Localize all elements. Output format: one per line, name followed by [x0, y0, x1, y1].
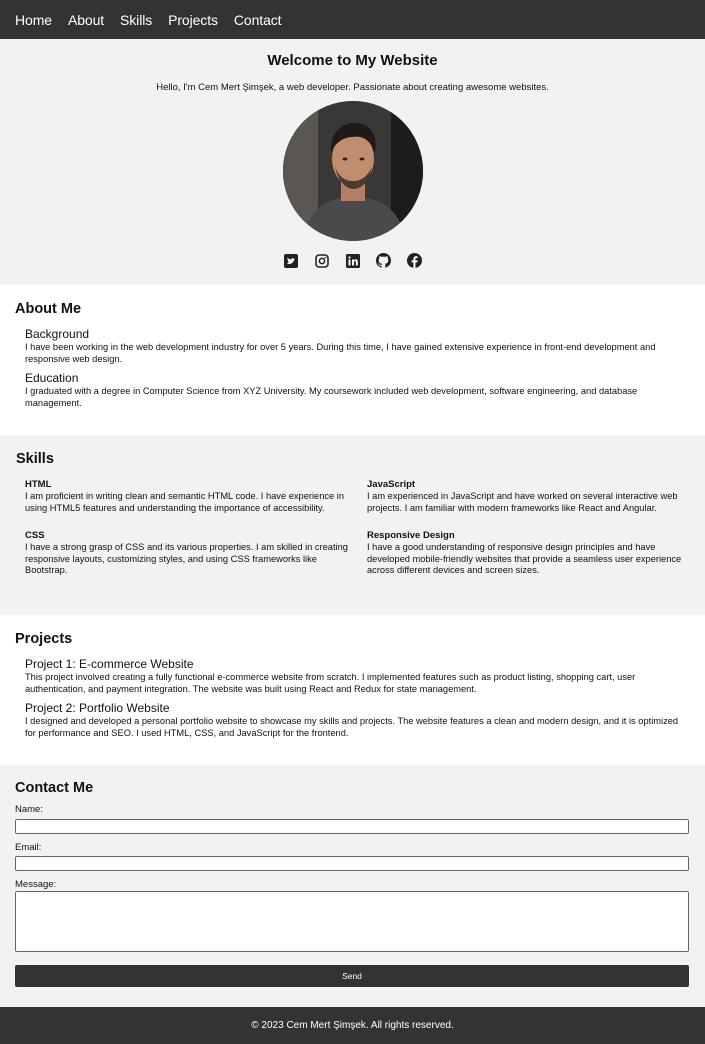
message-field[interactable] [15, 891, 689, 952]
skill-title: JavaScript [367, 479, 416, 490]
twitter-icon[interactable] [283, 253, 298, 268]
background-text: I have been working in the web developme… [25, 342, 656, 364]
nav-projects-link[interactable]: Projects [168, 12, 218, 28]
about-section: About Me Background I have been working … [0, 285, 705, 435]
about-heading: About Me [15, 301, 82, 317]
project-title: Project 1: E-commerce Website [25, 657, 194, 671]
nav-about-link[interactable]: About [68, 12, 104, 28]
contact-heading: Contact Me [15, 780, 94, 796]
skill-title: HTML [25, 479, 52, 490]
instagram-icon[interactable] [314, 253, 329, 268]
project-card-2: Project 2: Portfolio Website I designed … [15, 701, 690, 739]
project-card-1: Project 1: E-commerce Website This proje… [15, 657, 690, 695]
education-text: I graduated with a degree in Computer Sc… [25, 386, 638, 408]
skill-card-responsive-design: Responsive Design I have a good understa… [367, 530, 697, 577]
skill-card-javascript: JavaScript I am experienced in JavaScrip… [367, 479, 697, 514]
email-label: Email: [15, 841, 42, 853]
skill-text: I am proficient in writing clean and sem… [25, 491, 345, 513]
name-field[interactable] [15, 818, 689, 834]
github-icon[interactable] [376, 253, 391, 268]
skill-title: CSS [25, 530, 45, 541]
skill-text: I have a strong grasp of CSS and its var… [25, 542, 348, 575]
message-label: Message: [15, 879, 57, 890]
background-title: Background [25, 327, 90, 341]
linkedin-icon[interactable] [345, 253, 360, 268]
nav-home-link[interactable]: Home [15, 12, 52, 28]
hero-section: Welcome to My Website Hello, I'm Cem Mer… [0, 39, 705, 285]
contact-form: Name: Email: Message: Send [15, 804, 690, 987]
nav-contact-link[interactable]: Contact [234, 12, 282, 28]
education-block: Education I graduated with a degree in C… [15, 371, 690, 409]
email-field[interactable] [15, 856, 689, 871]
facebook-icon[interactable] [407, 253, 422, 268]
skill-text: I am experienced in JavaScript and have … [367, 491, 678, 513]
send-button[interactable]: Send [15, 965, 689, 987]
name-label: Name: [15, 804, 43, 815]
contact-section: Contact Me Name: Email: Message: Send [0, 765, 705, 1007]
nav-skills-link[interactable]: Skills [120, 12, 152, 28]
project-text: This project involved creating a fully f… [25, 672, 636, 694]
projects-section: Projects Project 1: E-commerce Website T… [0, 615, 705, 765]
skill-text: I have a good understanding of responsiv… [367, 542, 682, 575]
project-text: I designed and developed a personal port… [25, 716, 679, 738]
projects-heading: Projects [15, 631, 73, 647]
skill-card-css: CSS I have a strong grasp of CSS and its… [25, 530, 367, 577]
skill-title: Responsive Design [367, 530, 455, 541]
social-links [0, 253, 705, 268]
skills-section: Skills HTML I am proficient in writing c… [0, 435, 705, 615]
copyright-text: © 2023 Cem Mert Şimşek. All rights reser… [251, 1020, 454, 1031]
intro-text: Hello, I'm Cem Mert Şimşek, a web develo… [156, 82, 549, 93]
skills-grid: HTML I am proficient in writing clean an… [16, 479, 689, 577]
footer: © 2023 Cem Mert Şimşek. All rights reser… [0, 1007, 705, 1044]
top-navbar: Home About Skills Projects Contact [0, 0, 705, 39]
profile-photo [282, 101, 423, 241]
background-block: Background I have been working in the we… [15, 327, 690, 365]
skill-card-html: HTML I am proficient in writing clean an… [25, 479, 367, 514]
skills-heading: Skills [16, 451, 54, 467]
education-title: Education [25, 371, 79, 385]
project-title: Project 2: Portfolio Website [25, 701, 170, 715]
page-title: Welcome to My Website [267, 52, 438, 69]
